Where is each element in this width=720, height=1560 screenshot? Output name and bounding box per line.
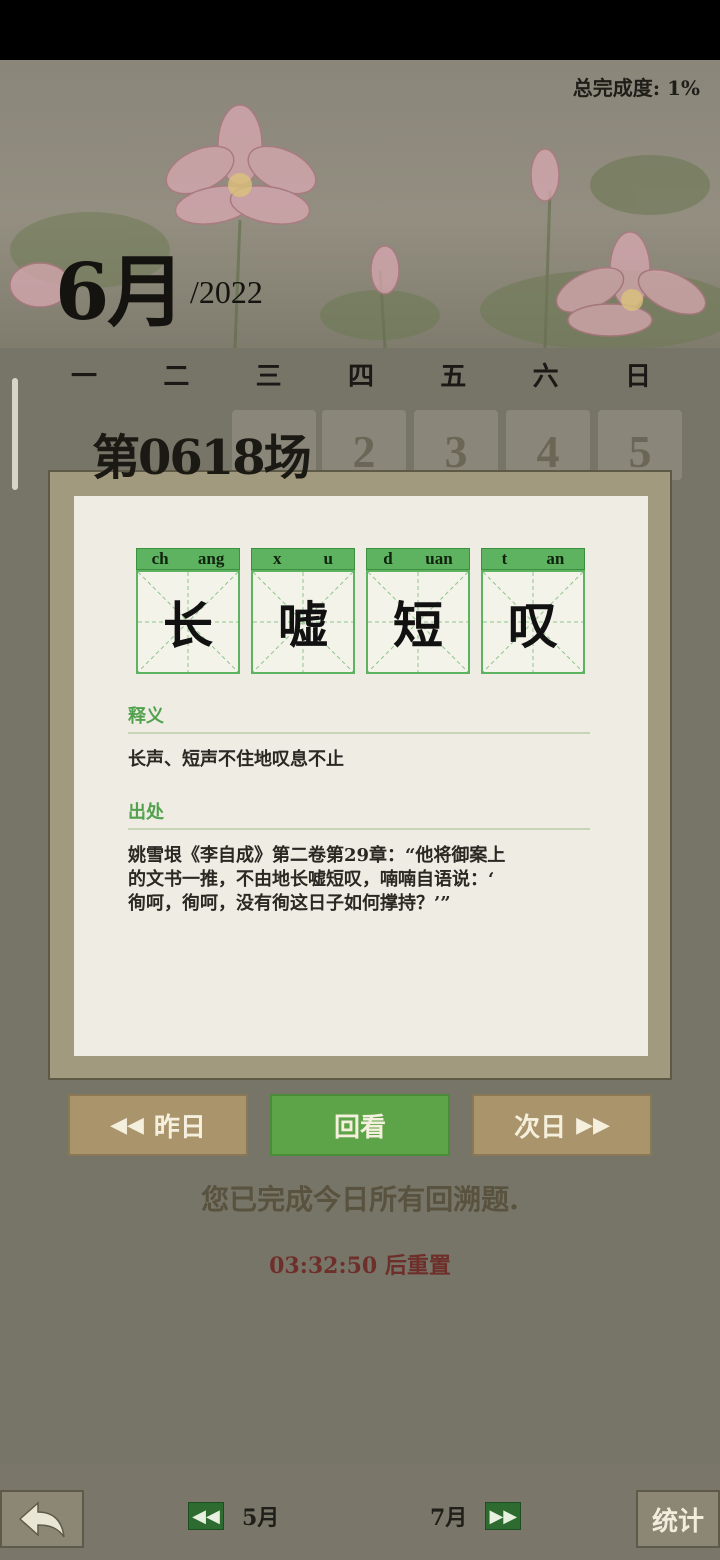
next-month-nav[interactable]: 7月 ▶▶ (430, 1500, 522, 1532)
pinyin-bar: x u (251, 548, 355, 570)
tianzige-grid: 嘘 (251, 570, 355, 674)
pinyin-initial: t (501, 549, 508, 568)
source-line: 姚雪垠《李自成》第二卷第29章：“他将御案上 (128, 845, 506, 866)
stats-button[interactable]: 统计 (636, 1490, 720, 1548)
idiom-char-1: ch ang 长 (136, 548, 240, 674)
weekday-thu: 四 (347, 362, 374, 392)
double-left-arrow-icon: ◀◀ (110, 1112, 144, 1138)
meaning-divider (128, 732, 590, 734)
hanzi: 叹 (508, 596, 558, 655)
idiom-card-paper: ch ang 长 x u 嘘 d uan 短 t an 叹 释义 长声、短声不住… (74, 496, 648, 1056)
tianzige-grid: 短 (366, 570, 470, 674)
pinyin-bar: d uan (366, 548, 470, 570)
bottom-bar (0, 1464, 720, 1560)
total-progress: 总完成度: 1% (572, 76, 700, 100)
source-line: 徇呵，徇呵，没有徇这日子如何撑持？’” (128, 893, 451, 914)
pinyin-final: uan (425, 549, 453, 568)
idiom-char-4: t an 叹 (481, 548, 585, 674)
tianzige-grid: 长 (136, 570, 240, 674)
double-right-arrow-icon: ▶▶ (485, 1502, 522, 1530)
pinyin-bar: t an (481, 548, 585, 570)
back-arrow-icon (18, 1501, 65, 1538)
reset-countdown: 03:32:50 后重置 (269, 1253, 451, 1279)
weekday-header: 一 二 三 四 五 六 日 (38, 356, 684, 396)
scrollbar-thumb[interactable] (12, 378, 18, 490)
source-label: 出处 (128, 802, 164, 823)
back-button[interactable] (0, 1490, 84, 1548)
pinyin-initial: d (383, 549, 393, 568)
double-left-arrow-icon: ◀◀ (188, 1502, 224, 1530)
completion-message: 您已完成今日所有回溯题. (201, 1183, 519, 1216)
weekday-mon: 一 (70, 362, 97, 392)
prev-day-label: 昨日 (153, 1112, 206, 1143)
header-banner: 总完成度: 1% 6月 /2022 (0, 60, 720, 348)
prev-month-label: 5月 (242, 1505, 280, 1531)
idiom-characters: ch ang 长 x u 嘘 d uan 短 t an 叹 (136, 548, 592, 674)
prev-month-nav[interactable]: ◀◀ 5月 (188, 1500, 279, 1532)
idiom-card: ch ang 长 x u 嘘 d uan 短 t an 叹 释义 长声、短声不住… (48, 470, 672, 1080)
pinyin-final: u (323, 549, 333, 568)
pinyin-initial: ch (151, 549, 169, 568)
weekday-fri: 五 (440, 362, 467, 392)
next-month-label: 7月 (430, 1505, 468, 1531)
level-title: 第0618场 (92, 430, 312, 486)
weekday-wed: 三 (255, 362, 282, 392)
tianzige-grid: 叹 (481, 570, 585, 674)
source-divider (128, 828, 590, 830)
review-label: 回看 (333, 1112, 386, 1143)
idiom-char-3: d uan 短 (366, 548, 470, 674)
next-day-label: 次日 (514, 1112, 567, 1143)
source-text: 姚雪垠《李自成》第二卷第29章：“他将御案上 的文书一推，不由地长嘘短叹，喃喃自… (128, 844, 598, 916)
double-right-arrow-icon: ▶▶ (576, 1112, 610, 1138)
weekday-sat: 六 (532, 362, 559, 392)
pinyin-final: an (546, 549, 565, 568)
pinyin-initial: x (273, 549, 282, 568)
weekday-tue: 二 (163, 362, 190, 392)
idiom-char-2: x u 嘘 (251, 548, 355, 674)
hanzi: 嘘 (278, 596, 328, 655)
source-line: 的文书一推，不由地长嘘短叹，喃喃自语说：‘ (128, 869, 495, 890)
meaning-label: 释义 (128, 706, 164, 727)
pinyin-final: ang (197, 549, 225, 568)
weekday-sun: 日 (624, 362, 651, 392)
status-bar (0, 0, 720, 60)
meaning-text: 长声、短声不住地叹息不止 (128, 749, 344, 770)
current-month: 6月 (55, 247, 185, 338)
review-button[interactable]: 回看 (270, 1094, 450, 1156)
prev-day-button[interactable]: ◀◀ 昨日 (68, 1094, 248, 1156)
hanzi: 长 (163, 596, 213, 655)
hanzi: 短 (393, 596, 443, 655)
current-year: /2022 (190, 274, 263, 310)
next-day-button[interactable]: 次日 ▶▶ (472, 1094, 652, 1156)
pinyin-bar: ch ang (136, 548, 240, 570)
